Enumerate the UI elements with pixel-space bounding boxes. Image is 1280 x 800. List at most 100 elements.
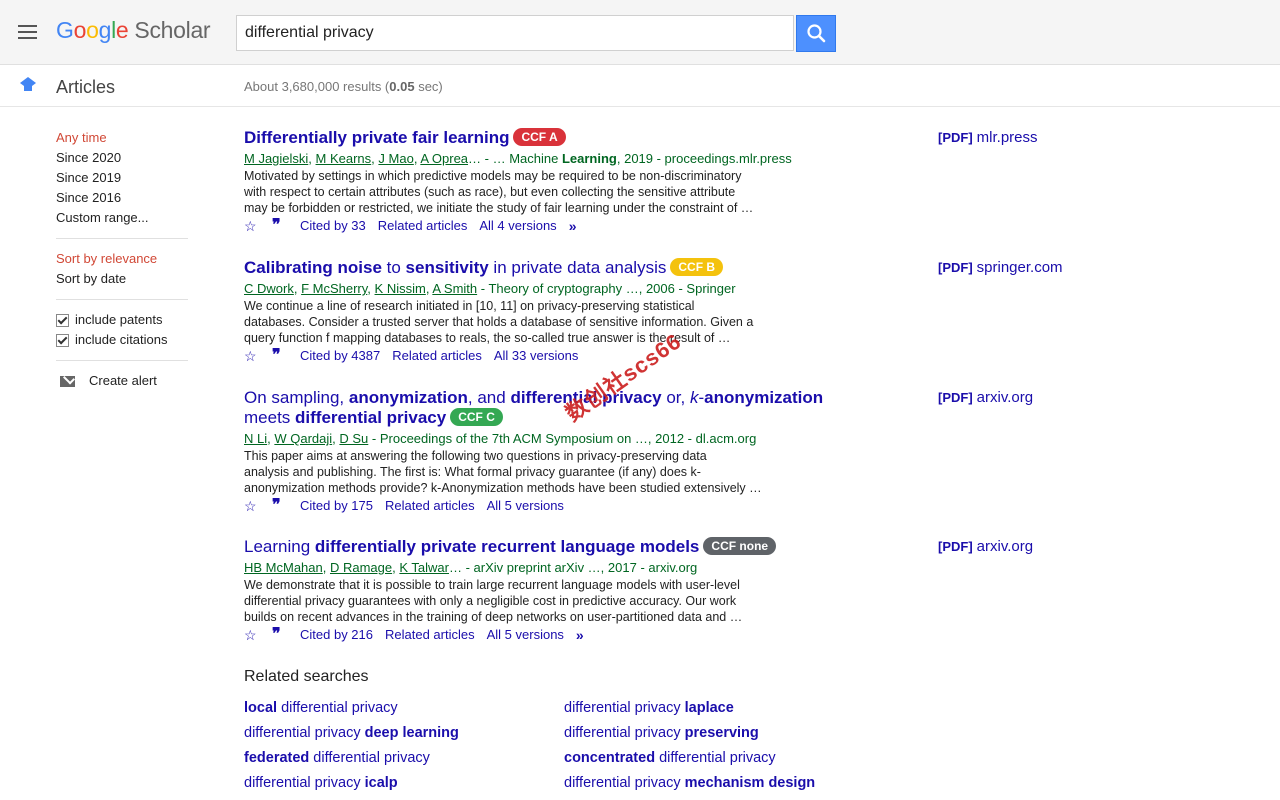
sort-by-date[interactable]: Sort by date [56,269,188,289]
pdf-domain: arxiv.org [976,538,1034,555]
text-segment[interactable]: K Nissim [375,281,426,296]
sort-by-relevance[interactable]: Sort by relevance [56,249,188,269]
cited-by-link[interactable]: Cited by 4387 [300,347,380,365]
pdf-link[interactable]: [PDF] mlr.press [938,129,1038,146]
result-title[interactable]: On sampling, anonymization, and differen… [244,388,844,428]
result-count: About 3,680,000 results (0.05 sec) [244,79,443,94]
cited-by-link[interactable]: Cited by 175 [300,497,373,515]
related-search-link[interactable]: federated differential privacy [244,750,430,766]
pdf-link[interactable]: [PDF] springer.com [938,259,1063,276]
text-segment[interactable]: M Jagielski [244,151,308,166]
include-patents-checkbox[interactable]: include patents [56,310,188,330]
all-versions-link[interactable]: All 5 versions [487,497,564,515]
result-authors: C Dwork, F McSherry, K Nissim, A Smith -… [244,280,844,298]
related-search-link[interactable]: local differential privacy [244,700,398,716]
logo-letter: o [73,17,87,43]
checkbox-checked-icon [56,333,69,347]
snippet-line: We demonstrate that it is possible to tr… [244,578,740,592]
logo-letter: g [98,17,112,43]
related-search-link[interactable]: differential privacy icalp [244,775,398,791]
text-segment[interactable]: HB McMahan [244,560,323,575]
related-articles-link[interactable]: Related articles [392,347,482,365]
cited-by-link[interactable]: Cited by 33 [300,217,366,235]
filter-since-2020[interactable]: Since 2020 [56,148,188,168]
result-title[interactable]: Calibrating noise to sensitivity in priv… [244,258,844,278]
section-label[interactable]: Articles [56,77,115,98]
text-segment[interactable]: A Oprea [420,151,468,166]
result-title[interactable]: Learning differentially private recurren… [244,537,844,557]
text-segment: or, [661,388,690,407]
text-segment: , [322,560,330,575]
related-articles-link[interactable]: Related articles [385,497,475,515]
google-scholar-logo[interactable]: Google Scholar [56,17,211,44]
snippet-line: databases. Consider a trusted server tha… [244,315,754,329]
pdf-link[interactable]: [PDF] arxiv.org [938,389,1033,406]
save-star-icon[interactable]: ☆ [244,347,262,365]
text-segment[interactable]: D Ramage [330,560,392,575]
text-segment[interactable]: N Li [244,431,267,446]
text-segment[interactable]: F McSherry [301,281,367,296]
related-search-link[interactable]: concentrated differential privacy [564,750,776,766]
related-articles-link[interactable]: Related articles [385,626,475,644]
filter-any-time[interactable]: Any time [56,128,188,148]
pdf-link[interactable]: [PDF] arxiv.org [938,538,1033,555]
filter-since-2016[interactable]: Since 2016 [56,188,188,208]
save-star-icon[interactable]: ☆ [244,217,262,235]
pdf-tag: [PDF] [938,130,973,145]
cite-quote-icon[interactable]: ❞ [272,348,288,364]
related-search-link[interactable]: differential privacy mechanism design [564,775,815,791]
menu-icon[interactable] [16,22,40,42]
text-segment: federated [244,750,310,766]
cite-quote-icon[interactable]: ❞ [272,627,288,643]
result-authors: N Li, W Qardaji, D Su - Proceedings of t… [244,430,844,448]
logo-letter: e [115,17,129,43]
text-segment[interactable]: C Dwork [244,281,294,296]
snippet-line: with respect to certain attributes (such… [244,185,736,199]
text-segment: differential privacy [244,775,365,791]
text-segment[interactable]: D Su [339,431,368,446]
all-versions-link[interactable]: All 5 versions [487,626,564,644]
all-versions-link[interactable]: All 33 versions [494,347,579,365]
search-button[interactable] [796,15,836,52]
sub-bar: Articles About 3,680,000 results (0.05 s… [0,65,1280,107]
text-segment[interactable]: W Qardaji [274,431,332,446]
ccf-badge: CCF A [513,128,566,146]
related-search-link[interactable]: differential privacy deep learning [244,725,459,741]
text-segment: mechanism design [684,775,816,791]
cite-quote-icon[interactable]: ❞ [272,218,288,234]
text-segment: On sampling, [244,388,349,407]
snippet-line: anonymization methods provide? k-Anonymi… [244,481,762,495]
text-segment: … - arXiv preprint arXiv …, 2017 - arxiv… [448,560,698,575]
text-segment[interactable]: A Smith [432,281,477,296]
include-citations-checkbox[interactable]: include citations [56,330,188,350]
save-star-icon[interactable]: ☆ [244,626,262,644]
all-versions-link[interactable]: All 4 versions [479,217,556,235]
sidebar-divider [56,299,188,300]
logo-suffix: Scholar [134,17,211,43]
text-segment[interactable]: M Kearns [316,151,372,166]
text-segment[interactable]: K Talwar [399,560,449,575]
filter-custom-range[interactable]: Custom range... [56,208,188,228]
checkbox-checked-icon [56,313,69,327]
more-chevron-icon[interactable]: » [576,626,584,644]
search-input[interactable] [236,15,794,51]
result-title[interactable]: Differentially private fair learning CCF … [244,128,844,148]
search-result: On sampling, anonymization, and differen… [244,388,844,515]
result-snippet: Motivated by settings in which predictiv… [244,168,789,216]
filter-since-2019[interactable]: Since 2019 [56,168,188,188]
text-segment: differential privacy [564,700,685,716]
text-segment: differential privacy [244,725,365,741]
text-segment: preserving [684,725,759,741]
more-chevron-icon[interactable]: » [569,217,577,235]
result-snippet: We continue a line of research initiated… [244,298,789,346]
text-segment: meets [244,408,296,427]
save-star-icon[interactable]: ☆ [244,497,262,515]
related-search-link[interactable]: differential privacy preserving [564,725,759,741]
cited-by-link[interactable]: Cited by 216 [300,626,373,644]
related-articles-link[interactable]: Related articles [378,217,468,235]
create-alert-button[interactable]: Create alert [56,371,188,391]
related-search-link[interactable]: differential privacy laplace [564,700,734,716]
cite-quote-icon[interactable]: ❞ [272,498,288,514]
text-segment[interactable]: J Mao [378,151,413,166]
pdf-domain: mlr.press [976,129,1038,146]
